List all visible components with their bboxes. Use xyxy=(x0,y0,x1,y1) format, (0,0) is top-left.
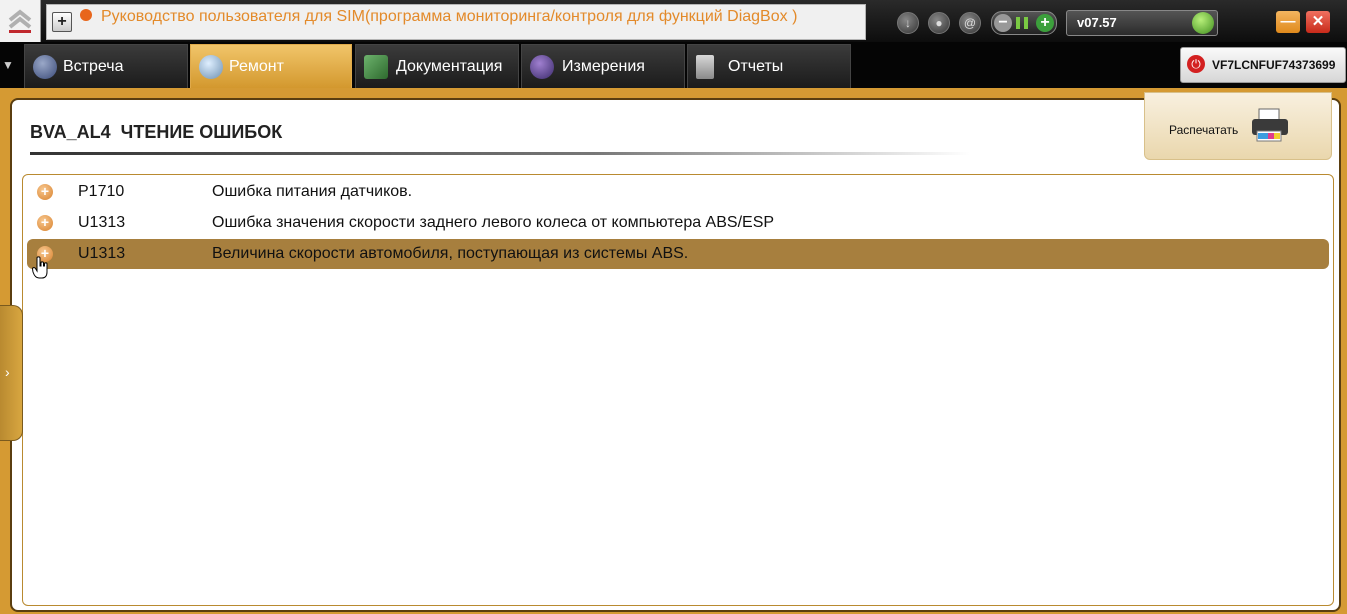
tab-measurements[interactable]: Измерения xyxy=(521,44,685,88)
chevron-down-icon[interactable]: ▼ xyxy=(2,58,14,72)
tab-reports[interactable]: Отчеты xyxy=(687,44,851,88)
fault-description: Величина скорости автомобиля, поступающа… xyxy=(212,245,689,262)
expand-plus-icon[interactable]: + xyxy=(37,184,53,200)
level-bars-icon xyxy=(1016,17,1028,29)
fault-description: Ошибка значения скорости заднего левого … xyxy=(212,214,775,231)
main-tabs: ▼ Встреча Ремонт Документация Измерения … xyxy=(0,42,1347,88)
message-text[interactable]: Руководство пользователя для SIM(програм… xyxy=(101,6,851,27)
volume-toggle[interactable]: − + xyxy=(991,11,1057,35)
download-icon[interactable]: ↓ xyxy=(897,12,919,34)
top-bar: + Руководство пользователя для SIM(прогр… xyxy=(0,0,1347,42)
fault-row[interactable]: + U1313 Ошибка значения скорости заднего… xyxy=(27,208,1329,238)
message-bar[interactable]: + Руководство пользователя для SIM(прогр… xyxy=(46,4,866,40)
fault-code: U1313 xyxy=(78,214,126,231)
plus-icon[interactable]: + xyxy=(1036,14,1054,32)
chevron-right-icon: › xyxy=(5,364,10,380)
fault-row[interactable]: + P1710 Ошибка питания датчиков. xyxy=(27,177,1329,207)
email-icon[interactable]: @ xyxy=(959,12,981,34)
tab-label: Документация xyxy=(396,58,503,75)
tab-documentation[interactable]: Документация xyxy=(355,44,519,88)
fault-code: U1313 xyxy=(78,245,126,262)
book-icon xyxy=(364,55,388,79)
fault-list: + P1710 Ошибка питания датчиков. + U1313… xyxy=(22,174,1334,606)
magnifier-icon xyxy=(199,55,223,79)
citroen-logo-icon xyxy=(0,0,41,42)
fault-code: P1710 xyxy=(78,183,125,200)
version-box: v07.57 xyxy=(1066,10,1218,36)
tab-meeting[interactable]: Встреча xyxy=(24,44,188,88)
tab-label: Ремонт xyxy=(229,58,284,75)
tab-label: Измерения xyxy=(562,58,645,75)
power-icon[interactable]: ⏻ xyxy=(1187,55,1205,73)
expand-message-button[interactable]: + xyxy=(52,12,72,32)
print-label: Распечатать xyxy=(1169,123,1239,137)
tab-repair[interactable]: Ремонт xyxy=(190,44,352,88)
fault-row-selected[interactable]: + U1313 Величина скорости автомобиля, по… xyxy=(27,239,1329,269)
report-icon xyxy=(696,55,714,79)
meeting-icon xyxy=(33,55,57,79)
content-panel: BVA_AL4 ЧТЕНИЕ ОШИБОК Распечатать + P171… xyxy=(10,92,1341,612)
title-divider xyxy=(30,152,970,155)
status-ok-icon[interactable] xyxy=(1192,12,1214,34)
main-area: BVA_AL4 ЧТЕНИЕ ОШИБОК Распечатать + P171… xyxy=(0,88,1347,614)
side-panel-handle[interactable]: › xyxy=(0,305,23,441)
expand-plus-icon[interactable]: + xyxy=(37,215,53,231)
minimize-button[interactable]: — xyxy=(1276,11,1300,33)
page-title: BVA_AL4 ЧТЕНИЕ ОШИБОК xyxy=(30,122,283,142)
vin-box[interactable]: ⏻ VF7LCNFUF74373699 xyxy=(1180,47,1346,83)
waveform-icon xyxy=(530,55,554,79)
print-button[interactable]: Распечатать xyxy=(1144,92,1332,160)
hand-cursor-icon xyxy=(32,256,48,279)
fault-description: Ошибка питания датчиков. xyxy=(212,183,413,200)
printer-icon xyxy=(1252,108,1288,142)
close-button[interactable]: ✕ xyxy=(1306,11,1330,33)
user-icon[interactable]: ● xyxy=(928,12,950,34)
minus-icon[interactable]: − xyxy=(994,14,1012,32)
tab-label: Встреча xyxy=(63,58,124,75)
vin-label: VF7LCNFUF74373699 xyxy=(1212,58,1336,72)
alert-dot-icon xyxy=(80,9,92,21)
tab-label: Отчеты xyxy=(728,58,784,75)
version-label: v07.57 xyxy=(1077,15,1117,30)
